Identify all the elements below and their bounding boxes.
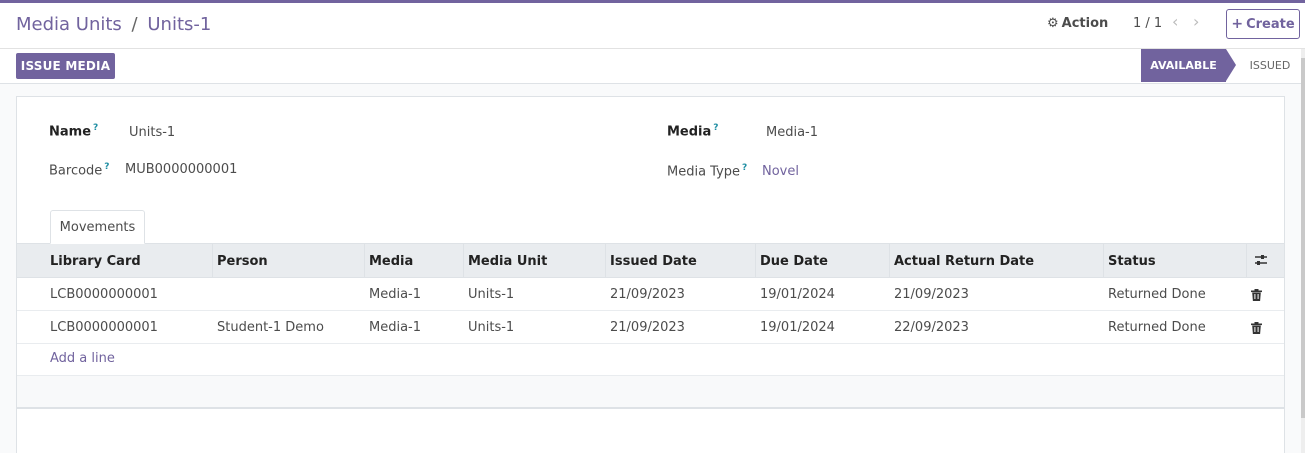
control-panel: Media Units / Units-1 ⚙ Action 1 / 1 ‹ › … (0, 3, 1305, 49)
cell-media-unit: Units-1 (468, 287, 515, 302)
col-person[interactable]: Person (213, 244, 365, 278)
pager-value[interactable]: 1 / 1 (1133, 16, 1162, 31)
breadcrumb: Media Units / Units-1 (16, 14, 211, 35)
help-icon[interactable]: ? (104, 162, 109, 172)
cell-actual-return-date: 21/09/2023 (894, 287, 969, 302)
table-header: Library Card Person Media Media Unit Iss… (17, 244, 1284, 278)
cell-status: Returned Done (1108, 320, 1206, 335)
name-field[interactable]: Units-1 (129, 125, 175, 140)
statusbar: ISSUE MEDIA AVAILABLE ISSUED (0, 49, 1305, 84)
table-footer (17, 376, 1284, 409)
scrollbar-thumb[interactable] (1301, 58, 1305, 418)
cell-media: Media-1 (369, 287, 422, 302)
cell-library-card: LCB0000000001 (50, 287, 158, 302)
plus-icon: + (1231, 16, 1244, 32)
help-icon[interactable]: ? (742, 163, 747, 173)
issue-media-button[interactable]: ISSUE MEDIA (16, 53, 115, 79)
cell-status: Returned Done (1108, 287, 1206, 302)
col-media-unit[interactable]: Media Unit (464, 244, 606, 278)
col-library-card[interactable]: Library Card (46, 244, 213, 278)
help-icon[interactable]: ? (93, 123, 98, 133)
trash-icon[interactable] (1251, 278, 1262, 311)
optional-columns-icon[interactable] (1254, 253, 1268, 267)
table-row[interactable]: LCB0000000001 Student-1 Demo Media-1 Uni… (17, 311, 1284, 344)
status-issued[interactable]: ISSUED (1240, 49, 1300, 82)
table-row[interactable]: LCB0000000001 Media-1 Units-1 21/09/2023… (17, 278, 1284, 311)
chevron-right-icon[interactable]: › (1193, 12, 1199, 31)
create-label: Create (1246, 16, 1295, 32)
col-media[interactable]: Media (365, 244, 464, 278)
barcode-field[interactable]: MUB0000000001 (125, 162, 237, 177)
name-label: Name? (49, 123, 99, 140)
cell-media-unit: Units-1 (468, 320, 515, 335)
media-label: Media? (667, 123, 719, 140)
breadcrumb-current: Units-1 (147, 14, 212, 35)
breadcrumb-separator: / (131, 14, 138, 35)
col-due-date[interactable]: Due Date (756, 244, 890, 278)
col-actual-return-date[interactable]: Actual Return Date (890, 244, 1104, 278)
cell-due-date: 19/01/2024 (760, 287, 835, 302)
media-field[interactable]: Media-1 (766, 125, 818, 140)
cell-library-card: LCB0000000001 (50, 320, 158, 335)
trash-icon[interactable] (1251, 311, 1262, 344)
barcode-label: Barcode? (49, 162, 110, 179)
create-button[interactable]: + Create (1226, 9, 1300, 39)
help-icon[interactable]: ? (713, 123, 718, 133)
col-issued-date[interactable]: Issued Date (606, 244, 756, 278)
cell-media: Media-1 (369, 320, 422, 335)
tab-movements[interactable]: Movements (50, 210, 145, 244)
add-line-row (17, 344, 1284, 376)
chevron-left-icon[interactable]: ‹ (1172, 12, 1178, 31)
media-type-field[interactable]: Novel (762, 164, 799, 179)
cell-due-date: 19/01/2024 (760, 320, 835, 335)
gear-icon: ⚙ (1047, 16, 1059, 31)
action-button[interactable]: ⚙ Action (1047, 16, 1108, 31)
breadcrumb-parent[interactable]: Media Units (16, 14, 122, 35)
cell-issued-date: 21/09/2023 (610, 287, 685, 302)
form-sheet: Name? Units-1 Barcode? MUB0000000001 Med… (16, 96, 1285, 453)
col-status[interactable]: Status (1104, 244, 1247, 278)
cell-actual-return-date: 22/09/2023 (894, 320, 969, 335)
cell-issued-date: 21/09/2023 (610, 320, 685, 335)
cell-person: Student-1 Demo (217, 320, 324, 335)
add-a-line-link[interactable]: Add a line (50, 351, 115, 366)
media-type-label: Media Type? (667, 163, 748, 180)
status-available[interactable]: AVAILABLE (1141, 49, 1236, 82)
action-label: Action (1061, 16, 1109, 31)
